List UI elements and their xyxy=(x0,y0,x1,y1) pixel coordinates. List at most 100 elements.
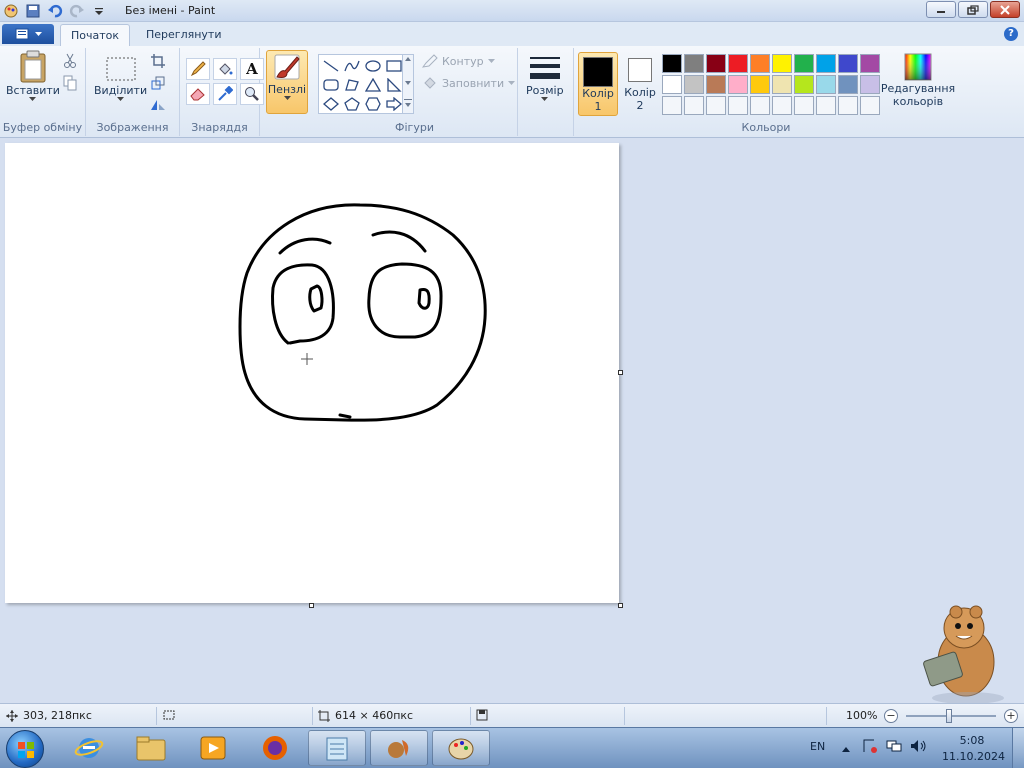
palette-swatch[interactable] xyxy=(662,96,682,115)
palette-swatch[interactable] xyxy=(838,96,858,115)
drawing-canvas[interactable] xyxy=(5,143,619,603)
taskbar-app-squirrel[interactable] xyxy=(370,730,428,766)
palette-swatch[interactable] xyxy=(662,75,682,94)
palette-swatch[interactable] xyxy=(750,75,770,94)
palette-swatch[interactable] xyxy=(860,96,880,115)
customize-qat-icon[interactable] xyxy=(90,2,108,20)
restore-button[interactable] xyxy=(958,1,988,18)
resize-handle-right[interactable] xyxy=(618,370,623,375)
palette-swatch[interactable] xyxy=(794,96,814,115)
resize-icon[interactable] xyxy=(148,74,168,92)
rotate-icon[interactable] xyxy=(148,96,168,114)
palette-swatch[interactable] xyxy=(728,96,748,115)
arrow-shape-icon[interactable] xyxy=(384,95,404,113)
resize-handle-bottom[interactable] xyxy=(309,603,314,608)
color2-button[interactable]: Колір 2 xyxy=(622,52,658,116)
magnifier-icon[interactable] xyxy=(240,83,264,105)
help-icon[interactable]: ? xyxy=(1004,27,1018,41)
palette-swatch[interactable] xyxy=(860,54,880,73)
outline-dropdown[interactable]: Контур xyxy=(422,54,495,68)
polygon-shape-icon[interactable] xyxy=(342,76,362,94)
palette-swatch[interactable] xyxy=(750,54,770,73)
close-button[interactable] xyxy=(990,1,1020,18)
taskbar-explorer[interactable] xyxy=(122,730,180,766)
edit-colors-button[interactable]: Редагування кольорів xyxy=(881,52,955,108)
color1-button[interactable]: Колір 1 xyxy=(578,52,618,116)
line-shape-icon[interactable] xyxy=(321,57,341,75)
palette-swatch[interactable] xyxy=(838,75,858,94)
curve-shape-icon[interactable] xyxy=(342,57,362,75)
palette-swatch[interactable] xyxy=(706,96,726,115)
rectangle-shape-icon[interactable] xyxy=(384,57,404,75)
zoom-out-button[interactable]: − xyxy=(884,709,898,723)
network-icon[interactable] xyxy=(886,738,902,757)
palette-swatch[interactable] xyxy=(860,75,880,94)
canvas-workspace[interactable] xyxy=(0,138,1024,704)
palette-swatch[interactable] xyxy=(794,54,814,73)
palette-swatch[interactable] xyxy=(816,75,836,94)
zoom-in-button[interactable]: + xyxy=(1004,709,1018,723)
cut-icon[interactable] xyxy=(60,52,80,70)
pentagon-shape-icon[interactable] xyxy=(342,95,362,113)
taskbar-notepad[interactable] xyxy=(308,730,366,766)
crop-icon[interactable] xyxy=(148,52,168,70)
clock-date[interactable]: 11.10.2024 xyxy=(942,750,1005,763)
palette-swatch[interactable] xyxy=(662,54,682,73)
triangle-shape-icon[interactable] xyxy=(363,76,383,94)
resize-handle-corner[interactable] xyxy=(618,603,623,608)
pencil-icon[interactable] xyxy=(186,58,210,80)
shapes-scroll[interactable] xyxy=(402,54,414,114)
undo-icon[interactable] xyxy=(46,2,64,20)
palette-swatch[interactable] xyxy=(706,75,726,94)
palette-swatch[interactable] xyxy=(794,75,814,94)
show-desktop-button[interactable] xyxy=(1012,728,1024,768)
redo-icon[interactable] xyxy=(68,2,86,20)
taskbar-media-player[interactable] xyxy=(184,730,242,766)
palette-swatch[interactable] xyxy=(684,54,704,73)
clock-time[interactable]: 5:08 xyxy=(956,734,988,747)
start-button[interactable] xyxy=(6,730,44,768)
minimize-button[interactable] xyxy=(926,1,956,18)
palette-swatch[interactable] xyxy=(684,75,704,94)
oval-shape-icon[interactable] xyxy=(363,57,383,75)
taskbar-firefox[interactable] xyxy=(246,730,304,766)
palette-swatch[interactable] xyxy=(750,96,770,115)
copy-icon[interactable] xyxy=(60,74,80,92)
rounded-rect-shape-icon[interactable] xyxy=(321,76,341,94)
language-indicator[interactable]: EN xyxy=(810,740,825,753)
file-menu-button[interactable] xyxy=(2,24,54,44)
palette-swatch[interactable] xyxy=(816,96,836,115)
palette-swatch[interactable] xyxy=(684,96,704,115)
color-picker-icon[interactable] xyxy=(213,83,237,105)
palette-swatch[interactable] xyxy=(816,54,836,73)
show-hidden-icons[interactable] xyxy=(842,742,850,755)
paste-button[interactable]: Вставити xyxy=(6,50,60,102)
fill-label: Заповнити xyxy=(442,76,505,90)
select-button[interactable]: Виділити xyxy=(94,56,147,102)
fill-dropdown[interactable]: Заповнити xyxy=(422,76,516,90)
hexagon-shape-icon[interactable] xyxy=(363,95,383,113)
eraser-icon[interactable] xyxy=(186,83,210,105)
palette-swatch[interactable] xyxy=(838,54,858,73)
palette-swatch[interactable] xyxy=(728,75,748,94)
brushes-button[interactable]: Пензлі xyxy=(266,50,308,114)
palette-swatch[interactable] xyxy=(772,75,792,94)
save-icon[interactable] xyxy=(24,2,42,20)
taskbar-paint[interactable] xyxy=(432,730,490,766)
palette-swatch[interactable] xyxy=(772,54,792,73)
fill-bucket-icon[interactable] xyxy=(213,58,237,80)
tab-view[interactable]: Переглянути xyxy=(136,24,231,46)
action-center-icon[interactable] xyxy=(862,738,878,757)
diamond-shape-icon[interactable] xyxy=(321,95,341,113)
paint-app-icon[interactable] xyxy=(2,2,20,20)
zoom-slider-thumb[interactable] xyxy=(946,709,952,723)
palette-swatch[interactable] xyxy=(728,54,748,73)
size-button[interactable]: Розмір xyxy=(526,54,564,102)
right-triangle-shape-icon[interactable] xyxy=(384,76,404,94)
taskbar-internet-explorer[interactable] xyxy=(60,730,118,766)
volume-icon[interactable] xyxy=(910,738,928,757)
palette-swatch[interactable] xyxy=(772,96,792,115)
text-icon[interactable]: A xyxy=(240,58,264,80)
palette-swatch[interactable] xyxy=(706,54,726,73)
tab-home[interactable]: Початок xyxy=(60,24,131,46)
